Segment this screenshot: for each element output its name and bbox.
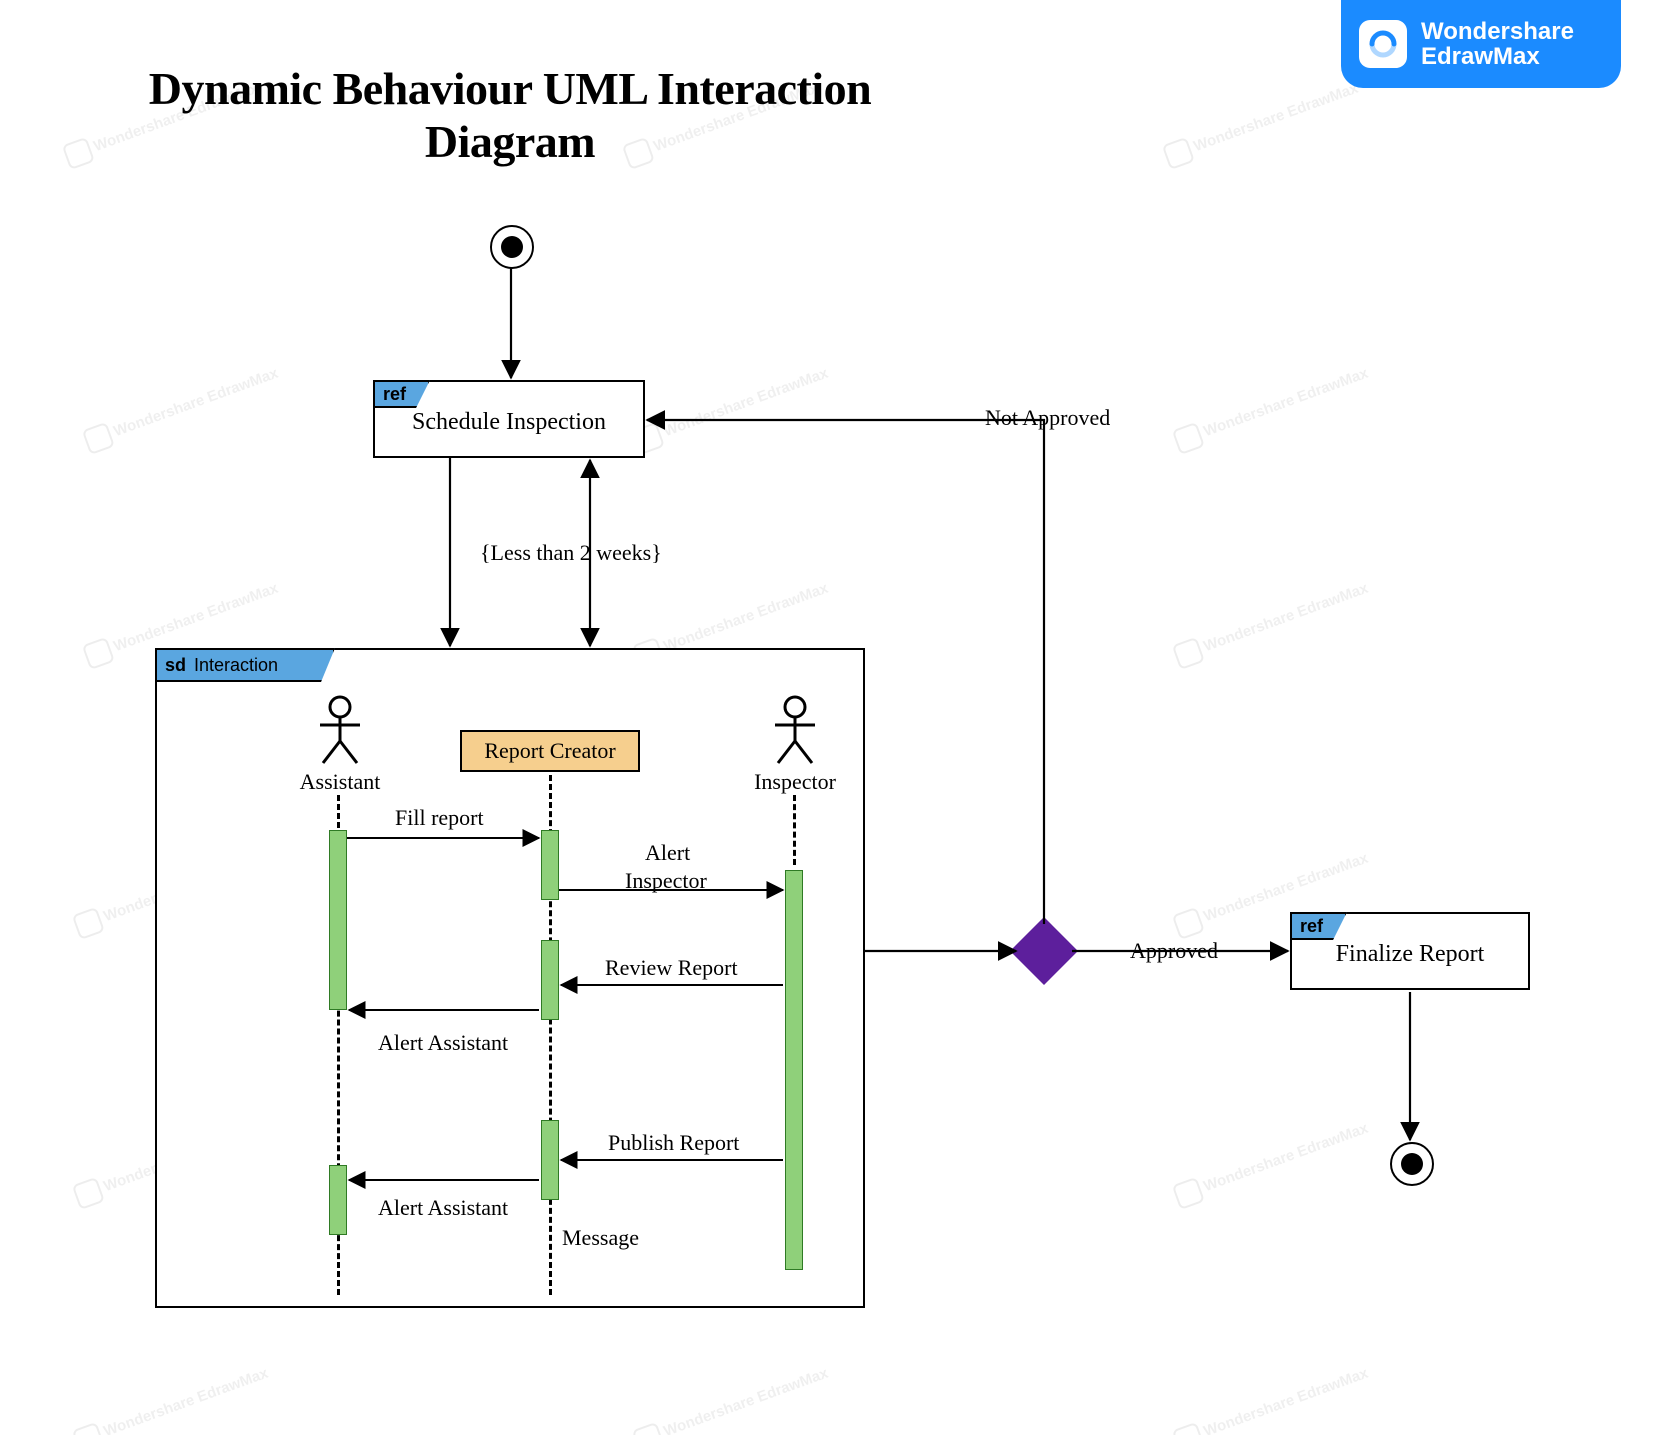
sd-label: Interaction <box>194 655 278 676</box>
branch-approved: Approved <box>1130 938 1218 964</box>
watermark: Wondershare EdrawMax <box>632 361 833 455</box>
schedule-inspection-label: Schedule Inspection <box>375 382 643 456</box>
msg-publish-report: Publish Report <box>608 1130 739 1156</box>
watermark: Wondershare EdrawMax <box>1172 1361 1373 1435</box>
sd-prefix: sd <box>165 655 186 676</box>
brand-line2: EdrawMax <box>1421 44 1574 69</box>
stick-figure-icon <box>315 695 365 765</box>
brand-line1: Wondershare <box>1421 19 1574 44</box>
activation-assistant-2 <box>329 1165 347 1235</box>
watermark: Wondershare EdrawMax <box>1172 361 1373 455</box>
activation-inspector <box>785 870 803 1270</box>
sd-frame-tag: sd Interaction <box>155 648 335 682</box>
watermark: Wondershare EdrawMax <box>72 1361 273 1435</box>
msg-alert-inspector-2: Inspector <box>625 868 707 894</box>
actor-assistant: Assistant <box>280 695 400 795</box>
lifeline-inspector <box>793 795 796 865</box>
actor-inspector-label: Inspector <box>735 769 855 795</box>
object-report-creator: Report Creator <box>460 730 640 772</box>
finalize-report-label: Finalize Report <box>1292 914 1528 988</box>
actor-inspector: Inspector <box>735 695 855 795</box>
diagram-canvas: Wondershare EdrawMax Wondershare EdrawMa… <box>0 0 1661 1435</box>
guard-constraint: {Less than 2 weeks} <box>480 540 662 566</box>
actor-assistant-label: Assistant <box>280 769 400 795</box>
activation-rc-2 <box>541 940 559 1020</box>
wondershare-badge: Wondershare EdrawMax <box>1341 0 1621 88</box>
msg-review-report: Review Report <box>605 955 738 981</box>
msg-alert-assistant-2: Alert Assistant <box>378 1195 508 1221</box>
activation-assistant-1 <box>329 830 347 1010</box>
watermark: Wondershare EdrawMax <box>1172 576 1373 670</box>
watermark: Wondershare EdrawMax <box>1162 76 1363 170</box>
msg-fill-report: Fill report <box>395 805 484 831</box>
decision-node <box>1010 917 1078 985</box>
finalize-report-box: ref Finalize Report <box>1290 912 1530 990</box>
branch-not-approved: Not Approved <box>985 405 1110 431</box>
final-node <box>1390 1142 1434 1186</box>
wondershare-logo-icon <box>1359 20 1407 68</box>
stick-figure-icon <box>770 695 820 765</box>
activation-rc-3 <box>541 1120 559 1200</box>
watermark: Wondershare EdrawMax <box>632 1361 833 1435</box>
schedule-inspection-box: ref Schedule Inspection <box>373 380 645 458</box>
msg-alert-assistant-1: Alert Assistant <box>378 1030 508 1056</box>
diagram-title: Dynamic Behaviour UML Interaction Diagra… <box>130 62 890 168</box>
msg-alert-inspector-1: Alert <box>645 840 690 866</box>
watermark: Wondershare EdrawMax <box>1172 1116 1373 1210</box>
activation-rc-1 <box>541 830 559 900</box>
msg-message: Message <box>562 1225 639 1251</box>
watermark: Wondershare EdrawMax <box>82 361 283 455</box>
initial-node <box>490 225 534 269</box>
